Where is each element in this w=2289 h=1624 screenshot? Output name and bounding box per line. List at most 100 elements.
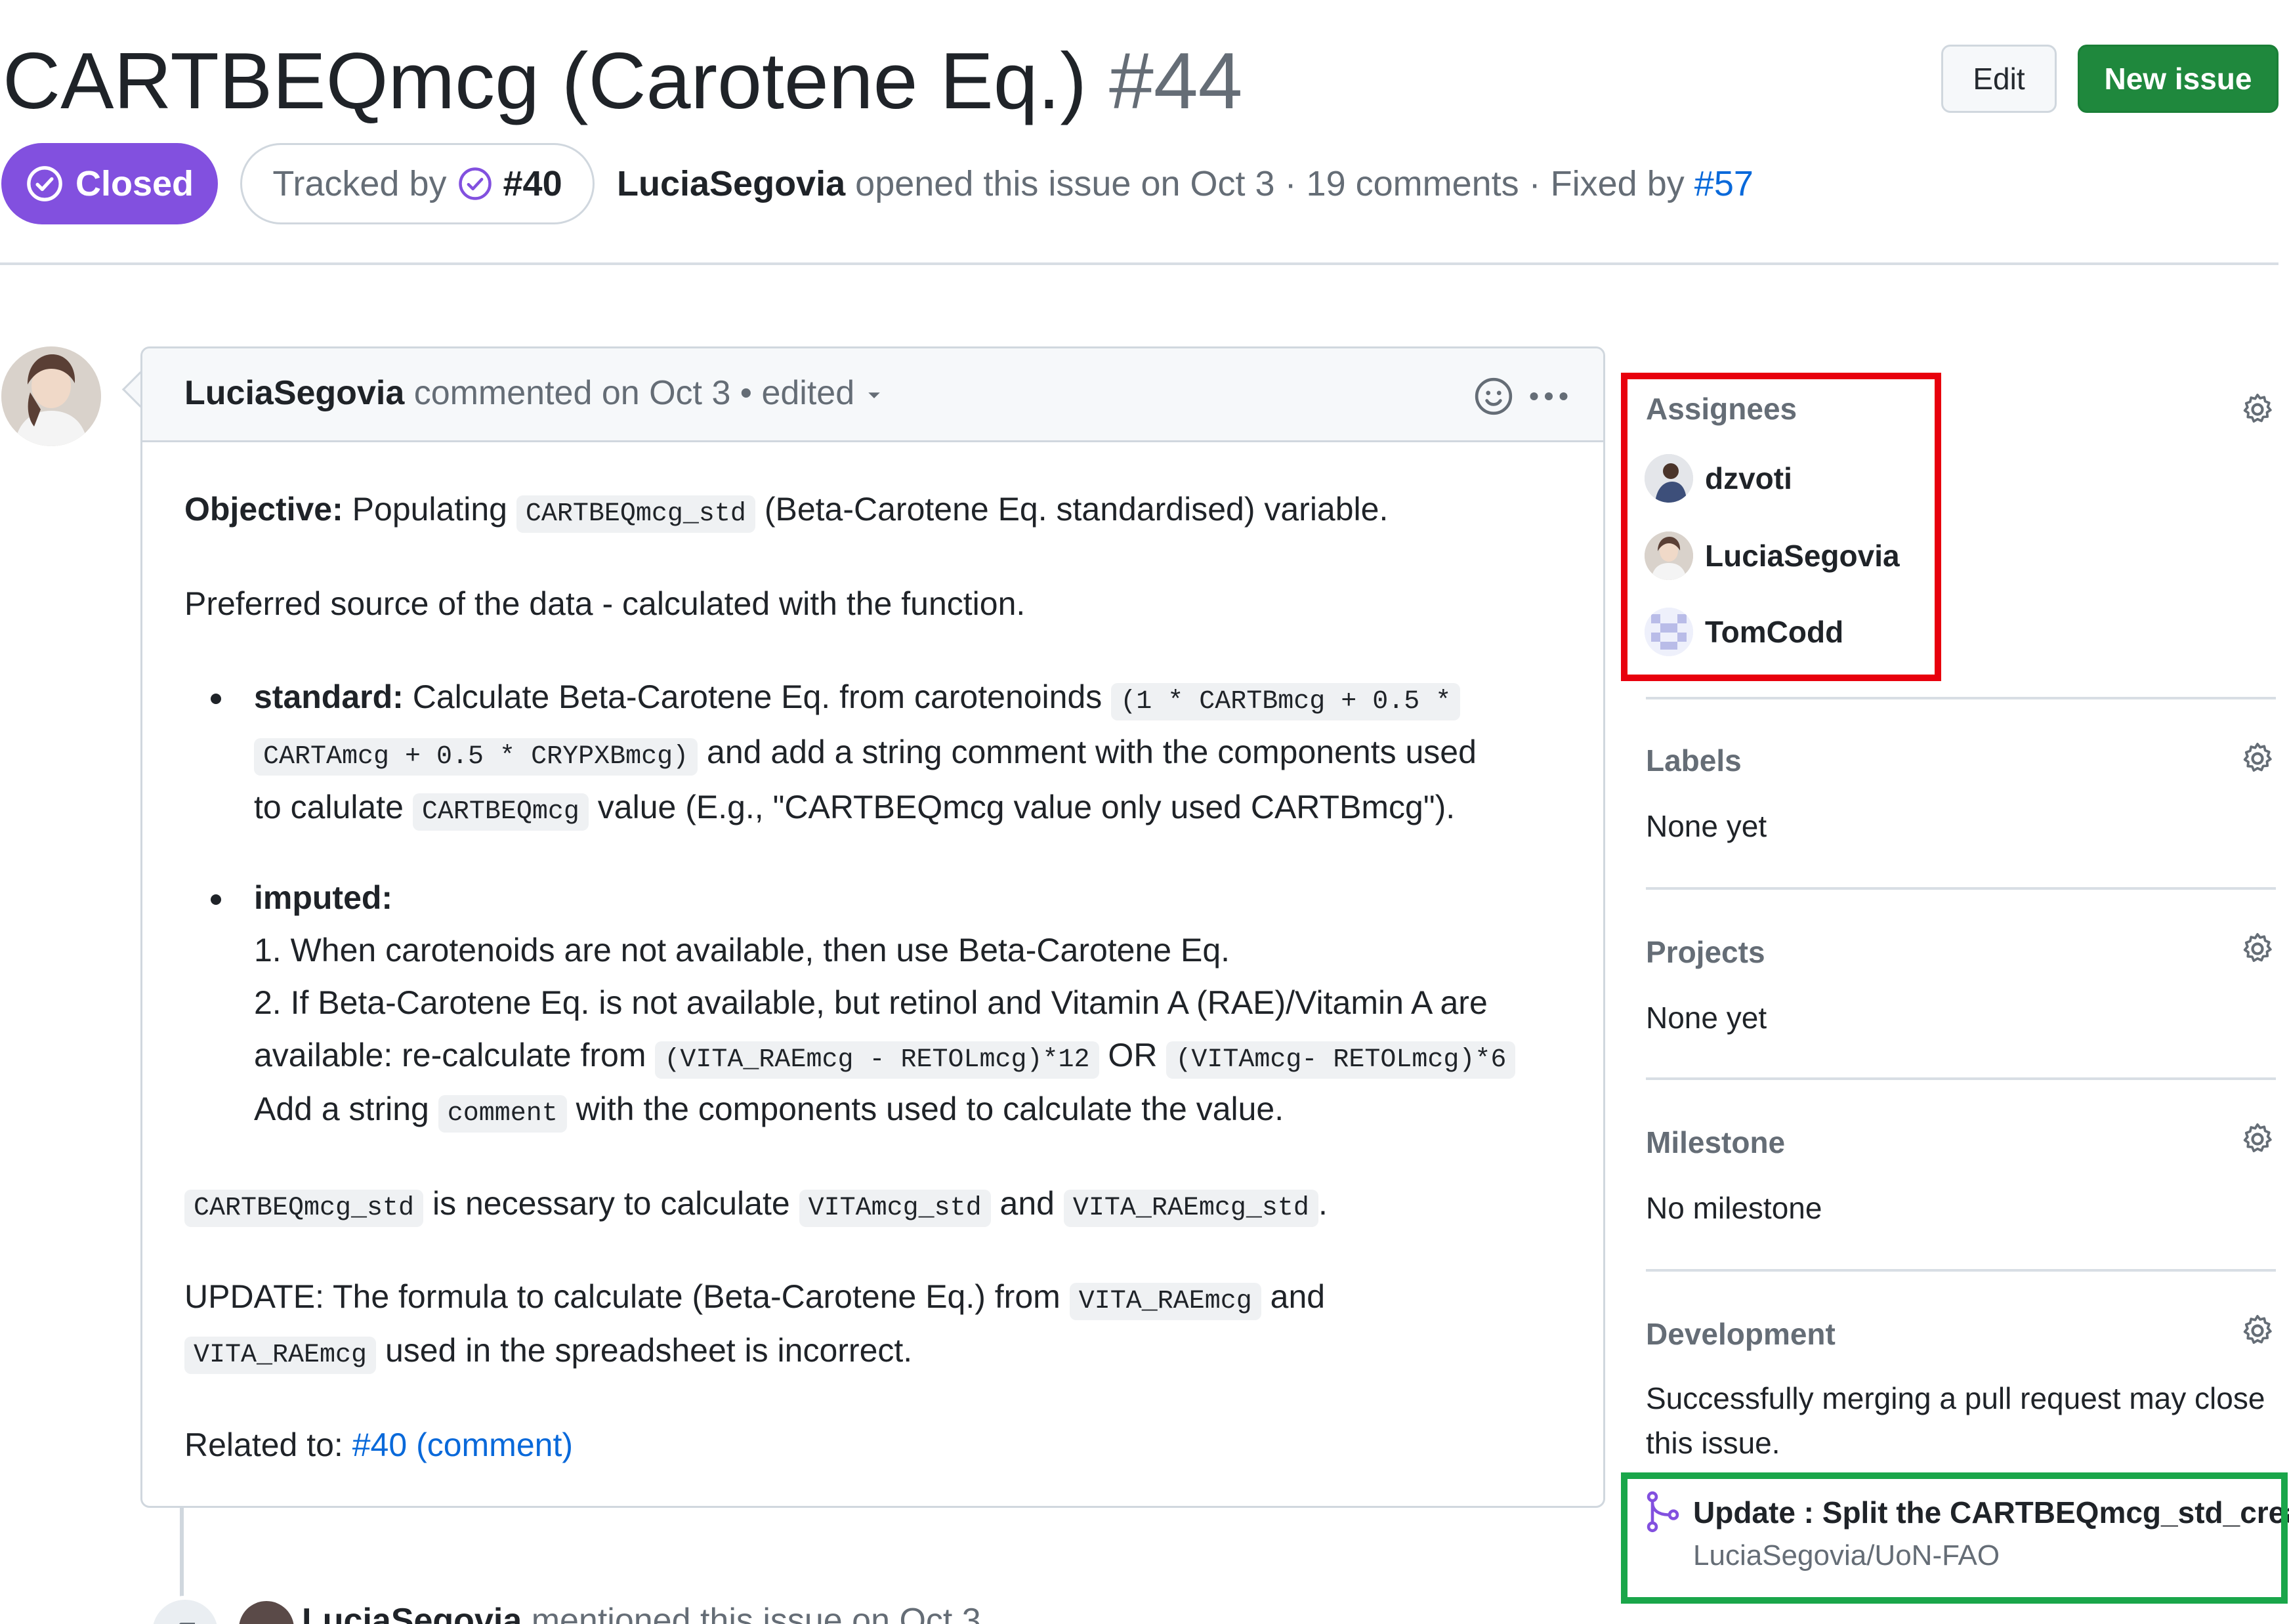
- update-text: used in the spreadsheet is incorrect.: [385, 1332, 913, 1369]
- gear-icon[interactable]: [2239, 930, 2276, 967]
- highlight-box-assignees: [1621, 373, 1941, 681]
- milestone-value: No milestone: [1646, 1191, 1822, 1225]
- inline-code: VITAmcg_std: [799, 1190, 991, 1227]
- necessary-text: and: [999, 1185, 1055, 1222]
- related-label: Related to:: [184, 1426, 343, 1463]
- standard-label: standard:: [254, 678, 404, 715]
- gear-icon[interactable]: [2239, 1312, 2276, 1349]
- objective-text: Populating: [352, 491, 507, 528]
- standard-line-2: CARTAmcg + 0.5 * CRYPXBmcg) and add a st…: [254, 725, 1477, 784]
- issue-title-text: CARTBEQmcg (Carotene Eq.): [3, 36, 1087, 125]
- projects-value: None yet: [1646, 1001, 1767, 1035]
- issue-author-link[interactable]: LuciaSegovia: [617, 164, 845, 203]
- state-badge-closed: Closed: [1, 143, 218, 224]
- labels-value: None yet: [1646, 809, 1767, 843]
- related-comment-link[interactable]: (comment): [416, 1426, 573, 1463]
- header-divider: [0, 262, 2278, 265]
- update-text: UPDATE: The formula to calculate (Beta-C…: [184, 1278, 1060, 1315]
- sidebar-divider: [1646, 1077, 2276, 1080]
- imputed-text: available: re-calculate from: [254, 1037, 646, 1073]
- comment-meta: LuciaSegovia commented on Oct 3 • edited: [184, 373, 884, 413]
- timeline-connector: [180, 1508, 184, 1600]
- inline-code: CARTBEQmcg_std: [516, 495, 755, 533]
- inline-code: CARTAmcg + 0.5 * CRYPXBmcg): [254, 738, 698, 776]
- objective-text-end: (Beta-Carotene Eq. standardised) variabl…: [764, 491, 1389, 528]
- check-circle-icon: [458, 167, 492, 200]
- inline-code: (1 * CARTBmcg + 0.5 *: [1111, 683, 1461, 720]
- comment-header: LuciaSegovia commented on Oct 3 • edited: [142, 348, 1603, 442]
- new-issue-button[interactable]: New issue: [2078, 45, 2278, 113]
- issue-number: #44: [1108, 36, 1243, 125]
- imputed-text: OR: [1108, 1037, 1158, 1073]
- comment-meta-text[interactable]: commented on Oct 3 • edited: [414, 374, 854, 412]
- standard-line-1: standard: Calculate Beta-Carotene Eq. fr…: [254, 670, 1461, 729]
- timeline-mention: LuciaSegovia mentioned this issue on Oct…: [302, 1601, 981, 1624]
- related-issue-link[interactable]: #40: [352, 1426, 407, 1463]
- imputed-label-text: imputed:: [254, 879, 393, 916]
- labels-heading[interactable]: Labels: [1646, 743, 1742, 778]
- bullet-dot: [211, 894, 221, 905]
- imputed-item-2-cont: available: re-calculate from (VITA_RAEmc…: [254, 1028, 1516, 1087]
- timeline-text: mentioned this issue on Oct 3: [531, 1602, 981, 1624]
- imputed-item-2-add: Add a string comment with the components…: [254, 1082, 1284, 1141]
- smiley-icon[interactable]: [1473, 376, 1514, 417]
- gear-icon[interactable]: [2239, 740, 2276, 777]
- inline-code: comment: [438, 1095, 567, 1133]
- inline-code: (VITA_RAEmcg - RETOLmcg)*12: [655, 1041, 1099, 1079]
- cross-reference-icon: [148, 1596, 222, 1624]
- update-line-1: UPDATE: The formula to calculate (Beta-C…: [184, 1270, 1325, 1329]
- development-text-2: this issue.: [1646, 1426, 1780, 1460]
- inline-code: (VITAmcg- RETOLmcg)*6: [1166, 1041, 1516, 1079]
- necessary-paragraph: CARTBEQmcg_std is necessary to calculate…: [184, 1176, 1328, 1236]
- state-label: Closed: [75, 164, 194, 203]
- milestone-heading[interactable]: Milestone: [1646, 1125, 1785, 1160]
- sidebar-divider: [1646, 887, 2276, 890]
- imputed-item-1: 1. When carotenoids are not available, t…: [254, 932, 1230, 968]
- update-line-2: VITA_RAEmcg used in the spreadsheet is i…: [184, 1323, 912, 1383]
- sidebar-divider: [1646, 1269, 2276, 1272]
- standard-text: value (E.g., "CARTBEQmcg value only used…: [597, 789, 1456, 825]
- issue-meta: LuciaSegovia opened this issue on Oct 3 …: [617, 160, 1754, 207]
- projects-heading[interactable]: Projects: [1646, 934, 1765, 970]
- avatar[interactable]: [239, 1601, 294, 1624]
- comment-author-link[interactable]: LuciaSegovia: [184, 374, 404, 412]
- tracked-by-pill[interactable]: Tracked by #40: [240, 143, 595, 224]
- imputed-label: imputed:: [254, 871, 392, 925]
- necessary-text: is necessary to calculate: [432, 1185, 790, 1222]
- bullet-dot: [211, 694, 221, 704]
- objective-paragraph: Objective: Populating CARTBEQmcg_std (Be…: [184, 482, 1388, 541]
- necessary-text: .: [1318, 1185, 1328, 1222]
- kebab-menu-icon[interactable]: [1526, 376, 1572, 417]
- highlight-box-development: [1621, 1472, 2288, 1604]
- check-circle-icon: [27, 166, 62, 201]
- chevron-down-icon[interactable]: [864, 385, 884, 405]
- inline-code: VITA_RAEmcg: [1069, 1283, 1261, 1320]
- inline-code: CARTBEQmcg: [412, 793, 589, 831]
- imputed-item-2: 2. If Beta-Carotene Eq. is not available…: [254, 984, 1488, 1021]
- tracked-by-ref[interactable]: #40: [503, 163, 562, 204]
- sidebar-divider: [1646, 697, 2276, 699]
- inline-code: CARTBEQmcg_std: [184, 1190, 424, 1227]
- avatar[interactable]: [1, 346, 101, 446]
- fixed-by-link[interactable]: #57: [1694, 164, 1754, 203]
- timeline-author-link[interactable]: LuciaSegovia: [302, 1602, 522, 1624]
- issue-title: CARTBEQmcg (Carotene Eq.) #44: [3, 31, 1243, 130]
- development-heading[interactable]: Development: [1646, 1316, 1836, 1352]
- development-text-1: Successfully merging a pull request may …: [1646, 1381, 2265, 1415]
- standard-line-3: to calulate CARTBEQmcg value (E.g., "CAR…: [254, 780, 1455, 839]
- objective-label: Objective:: [184, 491, 343, 528]
- imputed-text: with the components used to calculate th…: [576, 1091, 1284, 1127]
- gear-icon[interactable]: [2239, 1121, 2276, 1157]
- standard-text: and add a string comment with the compon…: [707, 734, 1477, 770]
- standard-text: Calculate Beta-Carotene Eq. from caroten…: [412, 678, 1102, 715]
- gear-icon[interactable]: [2239, 391, 2276, 428]
- standard-text: to calulate: [254, 789, 404, 825]
- tracked-by-label: Tracked by: [272, 164, 447, 203]
- update-text: and: [1270, 1278, 1326, 1315]
- related-paragraph: Related to: #40 (comment): [184, 1418, 573, 1472]
- inline-code: VITA_RAEmcg_std: [1063, 1190, 1318, 1227]
- inline-code: VITA_RAEmcg: [184, 1337, 377, 1374]
- issue-opened-text: opened this issue on Oct 3 · 19 comments…: [855, 164, 1685, 203]
- preferred-source-paragraph: Preferred source of the data - calculate…: [184, 585, 1026, 622]
- edit-button[interactable]: Edit: [1941, 45, 2057, 113]
